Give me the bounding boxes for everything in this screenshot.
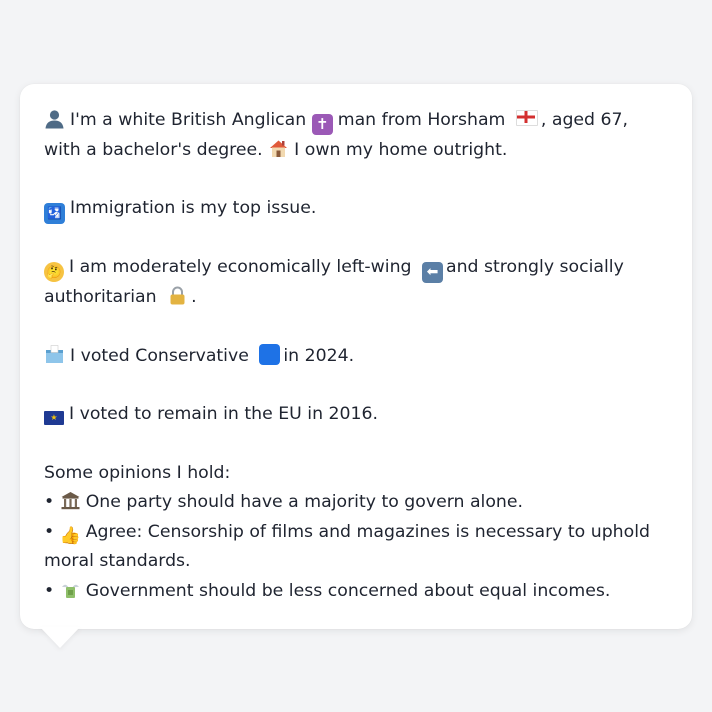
economic-ideology-text: I am moderately economically left-wing [69,257,412,277]
eu-flag-icon: ★ [44,411,64,425]
issue-paragraph: 🛂 Immigration is my top issue. [44,194,668,224]
bullet: • [44,580,55,601]
bullet: • [44,492,55,512]
thinking-face-icon: 🤔 [44,262,64,282]
opinions-header: Some opinions I hold: [44,462,231,483]
money-with-wings-icon [60,579,81,600]
opinion-item: • One party should have a majority to go… [44,488,668,518]
lock-icon [167,285,188,306]
blue-square-icon [259,343,281,365]
latin-cross-icon: ✝ [311,114,333,135]
opinion-item: • Government should be less concerned ab… [44,577,668,607]
persona-message-bubble: I'm a white British Anglican ✝ man from H… [20,84,692,629]
vote-year-text: in 2024. [283,345,355,366]
left-arrow-icon: ⬅ [422,262,444,283]
ideology-paragraph: 🤔 I am moderately economically left-wing … [44,253,668,313]
opinion-text: Government should be less concerned abou… [85,580,611,601]
top-issue-text: Immigration is my top issue. [70,198,317,218]
classical-building-icon [60,490,81,511]
vote-party-text: I voted Conservative [70,345,249,366]
identity-paragraph: I'm a white British Anglican ✝ man from H… [44,106,668,165]
ballot-box-icon [44,344,65,365]
home-ownership-text: I own my home outright. [294,139,508,160]
identity-intro-text: I'm a white British Anglican [70,110,307,130]
opinion-item: • 👍 Agree: Censorship of films and magazi… [44,518,668,577]
opinion-text: One party should have a majority to gove… [85,492,523,512]
vote-2024-paragraph: I voted Conservative in 2024. [44,342,668,372]
bubble-tail [40,627,80,648]
house-icon [268,138,289,159]
opinion-text: Agree: Censorship of films and magazines… [44,521,650,572]
opinions-section: Some opinions I hold: • One party should… [44,459,668,607]
bullet: • [44,521,55,542]
england-flag-icon [515,110,538,126]
eu-referendum-paragraph: ★ I voted to remain in the EU in 2016. [44,400,668,430]
thumbs-up-icon: 👍 [59,525,81,546]
eu-vote-text: I voted to remain in the EU in 2016. [69,404,379,424]
identity-mid-text: man from Horsham [337,110,506,130]
passport-control-icon: 🛂 [44,203,65,224]
ideology-end-text: . [191,287,197,307]
person-silhouette-icon [44,108,65,129]
